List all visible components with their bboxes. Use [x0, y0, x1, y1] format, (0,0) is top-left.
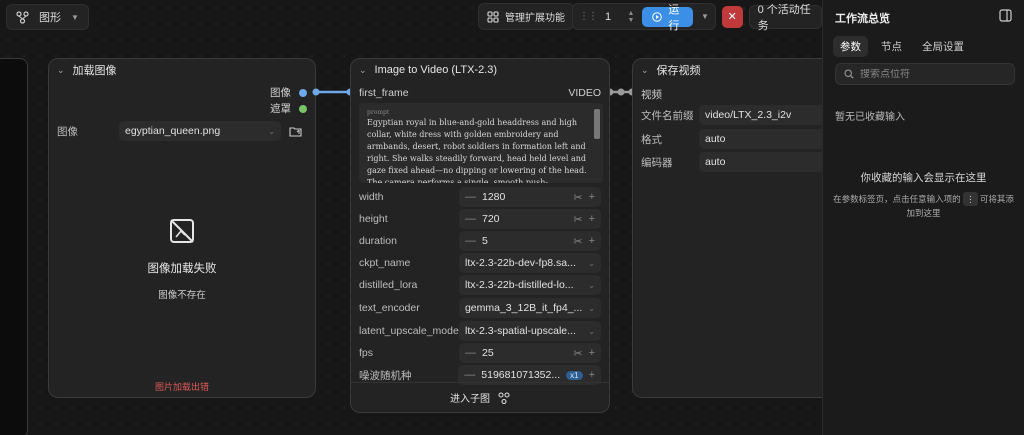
- link-off-icon[interactable]: ✂: [573, 213, 582, 226]
- node-header[interactable]: ⌄ Image to Video (LTX-2.3): [351, 59, 609, 81]
- input-first-frame-slot[interactable]: first_frame: [359, 87, 409, 99]
- widget-label: duration: [359, 235, 397, 247]
- subgraph-icon: [498, 391, 510, 404]
- tab-global-settings[interactable]: 全局设置: [915, 36, 971, 57]
- enter-subgraph-button[interactable]: 进入子图: [351, 382, 609, 412]
- link-off-icon[interactable]: ✂: [573, 235, 582, 248]
- widget-value[interactable]: auto: [705, 133, 822, 145]
- widget-distilled-lora[interactable]: distilled_lora ltx-2.3-22b-distilled-lo.…: [359, 275, 601, 295]
- increment-icon[interactable]: +: [589, 369, 595, 381]
- increment-icon[interactable]: +: [589, 213, 595, 225]
- search-icon: [844, 69, 854, 79]
- enter-subgraph-label: 进入子图: [450, 394, 490, 405]
- node-header[interactable]: ⌄ 保存视频: [633, 59, 822, 81]
- widget-value[interactable]: ltx-2.3-22b-dev-fp8.sa...: [465, 257, 582, 269]
- widget-label: 噪波随机种: [359, 369, 412, 382]
- empty-state-desc-part1: 在参数标签页，点击任意输入项的: [833, 194, 961, 204]
- search-input[interactable]: [860, 68, 1006, 80]
- chevron-down-icon: ⌄: [588, 326, 595, 336]
- decrement-icon[interactable]: —: [464, 369, 475, 381]
- tab-parameters[interactable]: 参数: [833, 36, 868, 57]
- output-video-label: VIDEO: [568, 87, 601, 99]
- widget-value[interactable]: 5: [482, 235, 567, 247]
- chevron-down-icon: ⌄: [588, 258, 595, 268]
- panel-tabs: 参数 节点 全局设置: [833, 36, 971, 57]
- empty-state-desc-part2: 可将其添: [979, 194, 1014, 204]
- widget-value[interactable]: gemma_3_12B_it_fp4_...: [465, 302, 582, 314]
- widget-label: height: [359, 213, 388, 225]
- widget-width[interactable]: width — 1280 ✂ +: [359, 187, 601, 207]
- increment-icon[interactable]: +: [589, 347, 595, 359]
- widget-value[interactable]: 519681071352...: [481, 369, 560, 381]
- widget-format[interactable]: 格式 auto: [641, 129, 822, 149]
- widget-value[interactable]: 720: [482, 213, 567, 225]
- seed-badge[interactable]: x1: [566, 370, 583, 380]
- decrement-icon[interactable]: —: [465, 235, 476, 247]
- empty-state-title: 你收藏的输入会显示在这里: [860, 172, 987, 184]
- prompt-text: Egyptian royal in blue-and-gold headdres…: [367, 118, 587, 183]
- widget-codec[interactable]: 编码器 auto: [641, 152, 822, 172]
- prompt-label: prompt: [367, 109, 390, 116]
- widget-label: 编码器: [641, 156, 673, 169]
- decrement-icon[interactable]: —: [465, 347, 476, 359]
- widget-fps[interactable]: fps — 25 ✂ +: [359, 343, 601, 363]
- output-video-slot[interactable]: VIDEO: [568, 87, 601, 99]
- input-first-frame-label: first_frame: [359, 87, 409, 99]
- widget-label: latent_upscale_model: [359, 325, 462, 337]
- widget-label: 格式: [641, 133, 662, 146]
- no-favorites-text: 暂无已收藏输入: [835, 112, 905, 123]
- widget-value[interactable]: auto: [705, 156, 822, 168]
- widget-text-encoder[interactable]: text_encoder gemma_3_12B_it_fp4_... ⌄: [359, 298, 601, 318]
- widget-ckpt-name[interactable]: ckpt_name ltx-2.3-22b-dev-fp8.sa... ⌄: [359, 253, 601, 273]
- collapse-chevron-icon[interactable]: ⌄: [641, 65, 649, 76]
- widget-value[interactable]: 25: [482, 347, 567, 359]
- prompt-textarea[interactable]: prompt Egyptian royal in blue-and-gold h…: [359, 103, 603, 183]
- widget-value[interactable]: video/LTX_2.3_i2v: [705, 109, 822, 121]
- widget-label: width: [359, 191, 384, 203]
- widget-label: ckpt_name: [359, 257, 411, 269]
- widget-label: distilled_lora: [359, 279, 418, 291]
- widget-label: fps: [359, 347, 374, 359]
- widget-label: 文件名前缀: [641, 109, 694, 122]
- input-video-label: 视频: [641, 89, 662, 101]
- decrement-icon[interactable]: —: [465, 191, 476, 203]
- widget-duration[interactable]: duration — 5 ✂ +: [359, 231, 601, 251]
- workflow-overview-panel: 工作流总览 参数 节点 全局设置 暂无已收藏输入 你收藏的输入会显示在这里 在参…: [822, 0, 1024, 435]
- save-video-node[interactable]: ⌄ 保存视频 视频 文件名前缀 video/LTX_2.3_i2v 格式 aut…: [632, 58, 822, 398]
- collapse-chevron-icon[interactable]: ⌄: [359, 65, 367, 76]
- link-off-icon[interactable]: ✂: [573, 347, 582, 360]
- widget-latent-upscale-model[interactable]: latent_upscale_model ltx-2.3-spatial-ups…: [359, 321, 601, 341]
- panel-toggle-icon[interactable]: [999, 9, 1012, 22]
- empty-state-desc-part3: 加到这里: [906, 208, 941, 218]
- widget-value[interactable]: ltx-2.3-22b-distilled-lo...: [465, 279, 582, 291]
- tab-nodes[interactable]: 节点: [874, 36, 909, 57]
- node-title: 保存视频: [656, 65, 701, 77]
- more-options-icon: ⋮: [963, 192, 978, 206]
- input-video-slot[interactable]: 视频: [641, 87, 662, 102]
- decrement-icon[interactable]: —: [465, 213, 476, 225]
- panel-title: 工作流总览: [835, 13, 890, 25]
- widget-filename-prefix[interactable]: 文件名前缀 video/LTX_2.3_i2v: [641, 105, 822, 125]
- prompt-scrollbar[interactable]: [594, 109, 600, 139]
- search-box[interactable]: [835, 63, 1015, 85]
- chevron-down-icon: ⌄: [588, 303, 595, 313]
- chevron-down-icon: ⌄: [588, 280, 595, 290]
- image-to-video-node[interactable]: ⌄ Image to Video (LTX-2.3) first_frame V…: [350, 58, 610, 413]
- increment-icon[interactable]: +: [589, 235, 595, 247]
- graph-canvas[interactable]: 图形 ▼ 管理扩展功能 ⋮⋮ 1 ▲ ▼ 运行 ▼ ✕ 0 个活动任务 ⌄ 加载…: [0, 0, 822, 435]
- widget-label: text_encoder: [359, 302, 420, 314]
- increment-icon[interactable]: +: [589, 191, 595, 203]
- widget-height[interactable]: height — 720 ✂ +: [359, 209, 601, 229]
- widget-value[interactable]: ltx-2.3-spatial-upscale...: [465, 325, 582, 337]
- widget-value[interactable]: 1280: [482, 191, 567, 203]
- node-title: Image to Video (LTX-2.3): [374, 64, 498, 76]
- link-off-icon[interactable]: ✂: [573, 191, 582, 204]
- empty-state-desc: 在参数标签页，点击任意输入项的 ⋮ 可将其添 加到这里: [831, 192, 1016, 220]
